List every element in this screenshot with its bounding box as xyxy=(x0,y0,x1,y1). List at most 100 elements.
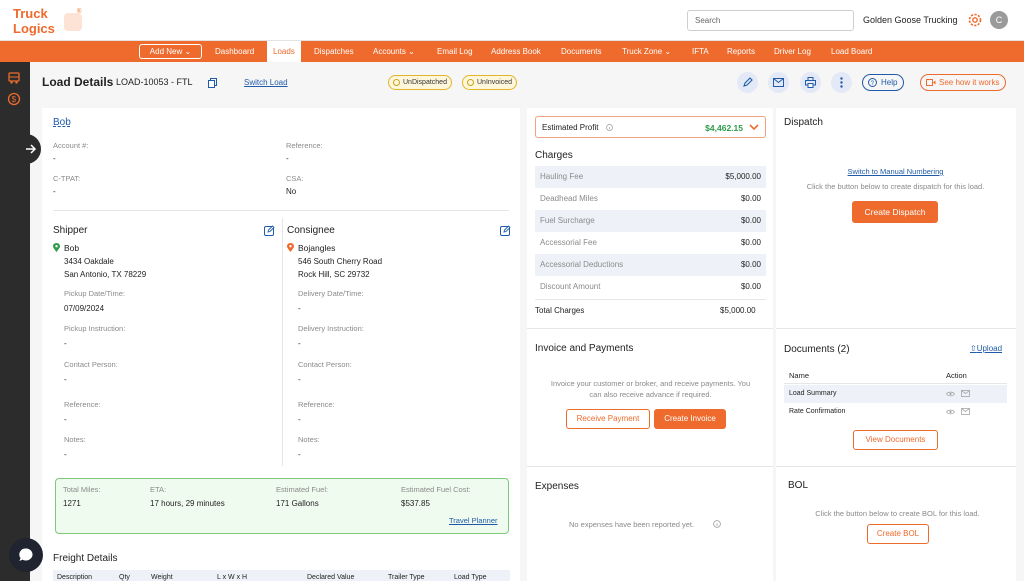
csa-value: No xyxy=(286,187,297,196)
divider xyxy=(776,466,1016,467)
eye-icon[interactable] xyxy=(946,391,955,397)
create-invoice-button[interactable]: Create Invoice xyxy=(654,409,726,429)
expand-sidebar-button[interactable] xyxy=(22,134,41,164)
documents-heading: Documents (2) xyxy=(784,344,850,355)
bol-heading: BOL xyxy=(788,480,809,491)
shipper-reference-label: Reference: xyxy=(64,400,101,409)
location-pin-orange-icon xyxy=(287,243,294,252)
freight-details-heading: Freight Details xyxy=(53,553,118,564)
divider xyxy=(527,328,773,329)
print-button[interactable] xyxy=(800,72,821,93)
col-load-type: Load Type xyxy=(454,574,487,581)
chat-widget-button[interactable] xyxy=(9,538,43,572)
chat-bubble-icon xyxy=(19,548,33,561)
charge-row: Accessorial Deductions $0.00 xyxy=(535,254,766,276)
charge-row: Fuel Surcharge $0.00 xyxy=(535,210,766,232)
consignee-name: Bojangles xyxy=(298,243,336,253)
gear-icon[interactable] xyxy=(967,12,983,28)
eta-value: 17 hours, 29 minutes xyxy=(150,499,225,508)
edit-load-button[interactable] xyxy=(737,72,758,93)
switch-manual-numbering-link[interactable]: Switch to Manual Numbering xyxy=(784,167,1007,176)
see-how-it-works-button[interactable]: See how it works xyxy=(920,74,1007,91)
travel-planner-link[interactable]: Travel Planner xyxy=(449,516,498,525)
nav-reports[interactable]: Reports xyxy=(727,41,755,62)
nav-truck-zone[interactable]: Truck Zone ⌄ xyxy=(622,41,671,62)
company-name[interactable]: Golden Goose Trucking xyxy=(863,15,958,25)
document-row[interactable]: Rate Confirmation xyxy=(784,403,1007,421)
eye-icon[interactable] xyxy=(946,409,955,415)
invoice-help-text-2: can also receive advance if required. xyxy=(589,390,712,399)
nav-dashboard[interactable]: Dashboard xyxy=(215,41,254,62)
info-icon xyxy=(606,124,613,131)
edit-shipper-icon[interactable] xyxy=(264,225,275,236)
nav-load-board[interactable]: Load Board xyxy=(831,41,872,62)
nav-accounts[interactable]: Accounts ⌄ xyxy=(373,41,415,62)
document-row[interactable]: Load Summary xyxy=(784,385,1007,403)
bol-help-text: Click the button below to create BOL for… xyxy=(815,509,980,518)
shipper-name: Bob xyxy=(64,243,80,253)
load-id: LOAD-10053 - FTL xyxy=(116,77,193,87)
info-icon[interactable] xyxy=(713,520,721,528)
customer-name-link[interactable]: Bob xyxy=(53,117,71,128)
shipper-notes-label: Notes: xyxy=(64,435,86,444)
copy-icon[interactable] xyxy=(208,78,217,88)
delivery-instruction-value: - xyxy=(298,339,301,348)
help-button[interactable]: ? Help xyxy=(862,74,905,91)
location-pin-green-icon xyxy=(53,243,60,252)
mail-icon xyxy=(773,78,784,87)
eta-label: ETA: xyxy=(150,485,167,494)
nav-address-book[interactable]: Address Book xyxy=(491,41,541,62)
upload-button[interactable]: ⇧Upload xyxy=(970,344,1002,353)
dollar-circle-icon[interactable]: $ xyxy=(7,92,21,106)
col-declared-value: Declared Value xyxy=(307,574,355,581)
ctpat-label: C-TPAT: xyxy=(53,174,81,183)
estimated-fuel-label: Estimated Fuel: xyxy=(276,485,329,494)
charge-row: Accessorial Fee $0.00 xyxy=(540,238,761,247)
undispatched-badge: UnDispatched xyxy=(388,75,452,90)
ctpat-value: - xyxy=(53,187,56,196)
nav-ifta[interactable]: IFTA xyxy=(692,41,709,62)
fuel-cost-label: Estimated Fuel Cost: xyxy=(401,485,471,494)
video-icon xyxy=(926,79,936,86)
estimated-fuel-value: 171 Gallons xyxy=(276,499,319,508)
add-new-button[interactable]: Add New ⌄ xyxy=(139,44,202,59)
documents-table-header: Name Action xyxy=(784,366,1007,384)
consignee-reference-label: Reference: xyxy=(298,400,335,409)
receive-payment-button[interactable]: Receive Payment xyxy=(566,409,650,429)
nav-documents[interactable]: Documents xyxy=(561,41,601,62)
column-divider xyxy=(282,218,283,466)
truck-logics-logo[interactable]: Truck Logics ® xyxy=(12,5,84,37)
shipper-address-line1: 3434 Oakdale xyxy=(64,257,114,266)
mail-icon[interactable] xyxy=(961,408,970,415)
freight-table-header: Description Qty Weight L x W x H Declare… xyxy=(53,570,510,581)
create-dispatch-button[interactable]: Create Dispatch xyxy=(852,201,938,223)
nav-email-log[interactable]: Email Log xyxy=(437,41,473,62)
avatar[interactable]: C xyxy=(990,11,1008,29)
estimated-profit-bar[interactable]: Estimated Profit $4,462.15 xyxy=(535,116,766,138)
consignee-notes-value: - xyxy=(298,450,301,459)
view-documents-button[interactable]: View Documents xyxy=(853,430,938,450)
create-bol-button[interactable]: Create BOL xyxy=(867,524,929,544)
shipper-reference-value: - xyxy=(64,415,67,424)
pencil-icon xyxy=(743,77,753,87)
pickup-date-label: Pickup Date/Time: xyxy=(64,289,125,298)
nav-driver-log[interactable]: Driver Log xyxy=(774,41,811,62)
col-trailer-type: Trailer Type xyxy=(388,574,425,581)
search-input[interactable] xyxy=(687,10,854,31)
top-bar: Truck Logics ® Golden Goose Trucking C xyxy=(0,0,1024,41)
nav-dispatches[interactable]: Dispatches xyxy=(314,41,354,62)
no-expenses-text: No expenses have been reported yet. xyxy=(569,520,695,529)
switch-load-link[interactable]: Switch Load xyxy=(244,78,288,87)
dispatch-help-text: Click the button below to create dispatc… xyxy=(806,182,985,191)
truck-icon[interactable] xyxy=(7,71,21,85)
mail-icon[interactable] xyxy=(961,390,970,397)
edit-consignee-icon[interactable] xyxy=(500,225,511,236)
col-description: Description xyxy=(57,574,93,581)
total-charges-label: Total Charges xyxy=(535,306,585,315)
svg-text:$: $ xyxy=(12,95,17,104)
more-options-button[interactable] xyxy=(831,72,852,93)
pickup-instruction-value: - xyxy=(64,339,67,348)
nav-loads[interactable]: Loads xyxy=(267,41,301,62)
shipper-contact-label: Contact Person: xyxy=(64,360,118,369)
email-button[interactable] xyxy=(768,72,789,93)
